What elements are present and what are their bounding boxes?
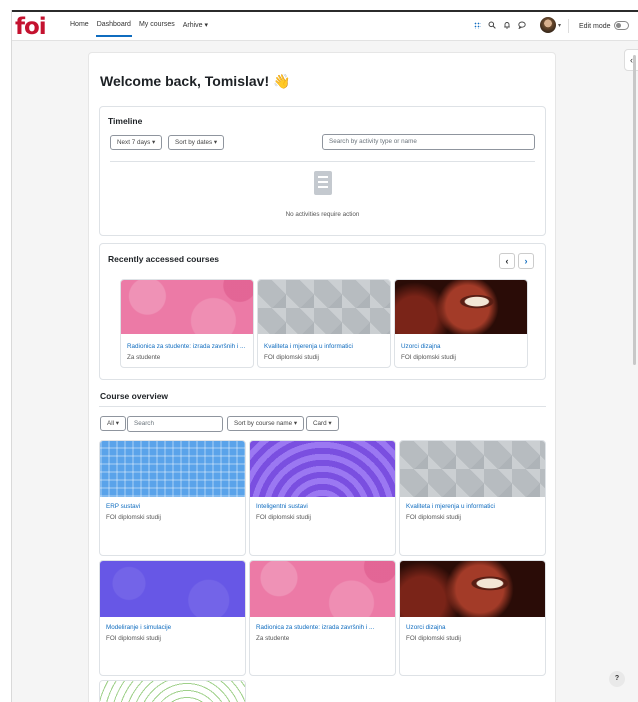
navbar-divider bbox=[568, 19, 569, 33]
course-card[interactable] bbox=[99, 680, 246, 702]
recent-course-card[interactable]: Uzorci dizajna FOI diplomski studij bbox=[394, 279, 528, 368]
course-image[interactable] bbox=[250, 441, 395, 497]
course-title-link[interactable]: Kvaliteta i mjerenja u informatici bbox=[264, 343, 388, 350]
course-title-link[interactable]: Uzorci dizajna bbox=[401, 343, 525, 350]
course-card[interactable]: ERP sustavi FOI diplomski studij bbox=[99, 440, 246, 556]
course-category: FOI diplomski studij bbox=[256, 514, 311, 521]
course-title-link[interactable]: Radionica za studente: izrada završnih i… bbox=[256, 624, 391, 631]
course-card[interactable]: Kvaliteta i mjerenja u informatici FOI d… bbox=[399, 440, 546, 556]
overview-filter-dropdown[interactable]: All ▾ bbox=[100, 416, 126, 431]
user-avatar[interactable] bbox=[540, 17, 556, 33]
overview-search-input[interactable]: Search bbox=[127, 416, 223, 432]
course-image[interactable] bbox=[400, 441, 545, 497]
course-title-link[interactable]: Inteligentni sustavi bbox=[256, 503, 391, 510]
course-category: FOI diplomski studij bbox=[401, 354, 456, 361]
course-title-link[interactable]: Kvaliteta i mjerenja u informatici bbox=[406, 503, 541, 510]
primary-navigation: Home Dashboard My courses Arhive ▾ bbox=[69, 21, 209, 37]
overview-divider bbox=[99, 406, 546, 407]
chat-icon[interactable] bbox=[518, 21, 526, 29]
course-category: FOI diplomski studij bbox=[106, 635, 161, 642]
recent-course-card[interactable]: Radionica za studente: izrada završnih i… bbox=[120, 279, 254, 368]
course-category: Za studente bbox=[256, 635, 290, 642]
course-card[interactable]: Inteligentni sustavi FOI diplomski studi… bbox=[249, 440, 396, 556]
nav-home[interactable]: Home bbox=[69, 21, 90, 37]
course-card[interactable]: Radionica za studente: izrada završnih i… bbox=[249, 560, 396, 676]
course-image[interactable] bbox=[258, 280, 390, 334]
nav-my-courses[interactable]: My courses bbox=[138, 21, 176, 37]
course-title-link[interactable]: Uzorci dizajna bbox=[406, 624, 541, 631]
timeline-divider bbox=[110, 161, 535, 162]
course-image[interactable] bbox=[100, 441, 245, 497]
course-image[interactable] bbox=[100, 561, 245, 617]
course-image[interactable] bbox=[121, 280, 253, 334]
course-card[interactable]: Modeliranje i simulacije FOI diplomski s… bbox=[99, 560, 246, 676]
prev-page-button[interactable]: ‹ bbox=[499, 253, 515, 269]
page-title: Welcome back, Tomislav! 👋 bbox=[100, 73, 291, 89]
timeline-heading: Timeline bbox=[108, 116, 143, 126]
timeline-sort-dropdown[interactable]: Sort by dates ▾ bbox=[168, 135, 225, 150]
search-icon[interactable] bbox=[488, 21, 496, 29]
course-category: FOI diplomski studij bbox=[406, 514, 461, 521]
nav-archive-menu[interactable]: Arhive ▾ bbox=[182, 21, 209, 37]
recent-courses-heading: Recently accessed courses bbox=[108, 254, 220, 264]
bell-icon[interactable] bbox=[503, 21, 511, 29]
next-page-button[interactable]: › bbox=[518, 253, 534, 269]
empty-activities-icon bbox=[314, 171, 332, 195]
recent-courses-block: Recently accessed courses ‹ › Radionica … bbox=[99, 243, 546, 380]
timeline-range-dropdown[interactable]: Next 7 days ▾ bbox=[110, 135, 163, 150]
apps-grid-icon[interactable] bbox=[474, 21, 481, 29]
site-logo[interactable]: foi bbox=[15, 14, 47, 40]
course-image[interactable] bbox=[250, 561, 395, 617]
edit-mode-label: Edit mode bbox=[579, 23, 611, 30]
course-category: FOI diplomski studij bbox=[406, 635, 461, 642]
course-image[interactable] bbox=[395, 280, 527, 334]
course-card[interactable]: Uzorci dizajna FOI diplomski studij bbox=[399, 560, 546, 676]
user-menu-caret-icon[interactable]: ▾ bbox=[558, 22, 561, 29]
course-title-link[interactable]: ERP sustavi bbox=[106, 503, 241, 510]
page-scrollbar[interactable] bbox=[633, 55, 636, 365]
course-overview-heading: Course overview bbox=[100, 391, 169, 401]
help-button[interactable]: ? bbox=[609, 671, 625, 687]
overview-view-dropdown[interactable]: Card ▾ bbox=[306, 416, 339, 431]
timeline-block: Timeline Next 7 days ▾ Sort by dates ▾ S… bbox=[99, 106, 546, 236]
timeline-empty-message: No activities require action bbox=[285, 211, 360, 218]
course-category: FOI diplomski studij bbox=[106, 514, 161, 521]
top-navbar: foi Home Dashboard My courses Arhive ▾ ▾… bbox=[12, 10, 638, 41]
edit-mode-toggle[interactable] bbox=[614, 21, 629, 30]
course-category: FOI diplomski studij bbox=[264, 354, 319, 361]
navbar-icons bbox=[474, 21, 526, 29]
timeline-search-input[interactable]: Search by activity type or name bbox=[322, 134, 535, 150]
course-title-link[interactable]: Modeliranje i simulacije bbox=[106, 624, 241, 631]
recent-course-card[interactable]: Kvaliteta i mjerenja u informatici FOI d… bbox=[257, 279, 391, 368]
dashboard-region: Welcome back, Tomislav! 👋 Timeline Next … bbox=[88, 52, 556, 702]
course-image[interactable] bbox=[400, 561, 545, 617]
nav-dashboard[interactable]: Dashboard bbox=[95, 21, 132, 37]
course-category: Za studente bbox=[127, 354, 161, 361]
browser-viewport: foi Home Dashboard My courses Arhive ▾ ▾… bbox=[11, 10, 638, 702]
overview-sort-dropdown[interactable]: Sort by course name ▾ bbox=[227, 416, 305, 431]
recent-courses-pager: ‹ › bbox=[499, 253, 534, 269]
course-image[interactable] bbox=[100, 681, 245, 702]
course-title-link[interactable]: Radionica za studente: izrada završnih i… bbox=[127, 343, 251, 350]
